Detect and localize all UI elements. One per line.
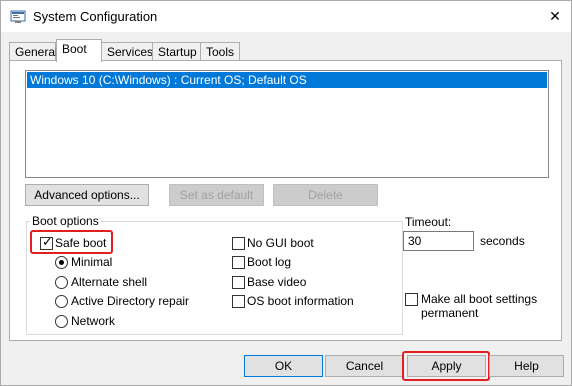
make-permanent-checkbox[interactable] [405, 293, 418, 306]
close-button[interactable]: ✕ [539, 1, 571, 32]
tab-startup[interactable]: Startup [152, 42, 201, 61]
active-directory-repair-label[interactable]: Active Directory repair [71, 294, 189, 308]
boot-log-label[interactable]: Boot log [247, 255, 291, 269]
os-list-item[interactable]: Windows 10 (C:\Windows) : Current OS; De… [27, 72, 547, 88]
tab-boot[interactable]: Boot [56, 39, 102, 62]
help-button[interactable]: Help [489, 355, 564, 377]
msconfig-icon [10, 10, 26, 23]
window-title: System Configuration [33, 9, 158, 24]
boot-tab-panel: Windows 10 (C:\Windows) : Current OS; De… [9, 60, 562, 341]
alternate-shell-radio[interactable] [55, 276, 68, 289]
tab-services[interactable]: Services [101, 42, 153, 61]
tab-general[interactable]: General [9, 42, 58, 61]
advanced-options-button[interactable]: Advanced options... [25, 184, 149, 206]
tab-tools[interactable]: Tools [200, 42, 240, 61]
timeout-unit-label: seconds [480, 234, 525, 248]
boot-log-checkbox[interactable] [232, 256, 245, 269]
minimal-radio[interactable] [55, 256, 68, 269]
os-boot-information-checkbox[interactable] [232, 295, 245, 308]
delete-button[interactable]: Delete [273, 184, 378, 206]
network-radio[interactable] [55, 315, 68, 328]
timeout-input[interactable]: 30 [403, 231, 474, 251]
close-icon: ✕ [549, 8, 561, 24]
timeout-label: Timeout: [405, 215, 452, 229]
radio-selected-dot [59, 260, 64, 265]
make-permanent-label-line1[interactable]: Make all boot settings [421, 292, 537, 306]
alternate-shell-label[interactable]: Alternate shell [71, 275, 147, 289]
no-gui-boot-label[interactable]: No GUI boot [247, 236, 314, 250]
network-label[interactable]: Network [71, 314, 115, 328]
no-gui-boot-checkbox[interactable] [232, 237, 245, 250]
safe-boot-highlight [30, 230, 113, 254]
active-directory-repair-radio[interactable] [55, 295, 68, 308]
os-list[interactable]: Windows 10 (C:\Windows) : Current OS; De… [25, 70, 549, 178]
cancel-button[interactable]: Cancel [325, 355, 404, 377]
apply-highlight [402, 351, 490, 381]
os-boot-information-label[interactable]: OS boot information [247, 294, 354, 308]
ok-button[interactable]: OK [244, 355, 323, 377]
boot-options-label: Boot options [30, 214, 101, 228]
base-video-checkbox[interactable] [232, 276, 245, 289]
set-as-default-button[interactable]: Set as default [169, 184, 264, 206]
base-video-label[interactable]: Base video [247, 275, 306, 289]
make-permanent-label-line2[interactable]: permanent [421, 306, 478, 320]
title-bar: System Configuration ✕ [1, 1, 571, 32]
system-configuration-window: System Configuration ✕ General Boot Serv… [0, 0, 572, 386]
minimal-label[interactable]: Minimal [71, 255, 112, 269]
